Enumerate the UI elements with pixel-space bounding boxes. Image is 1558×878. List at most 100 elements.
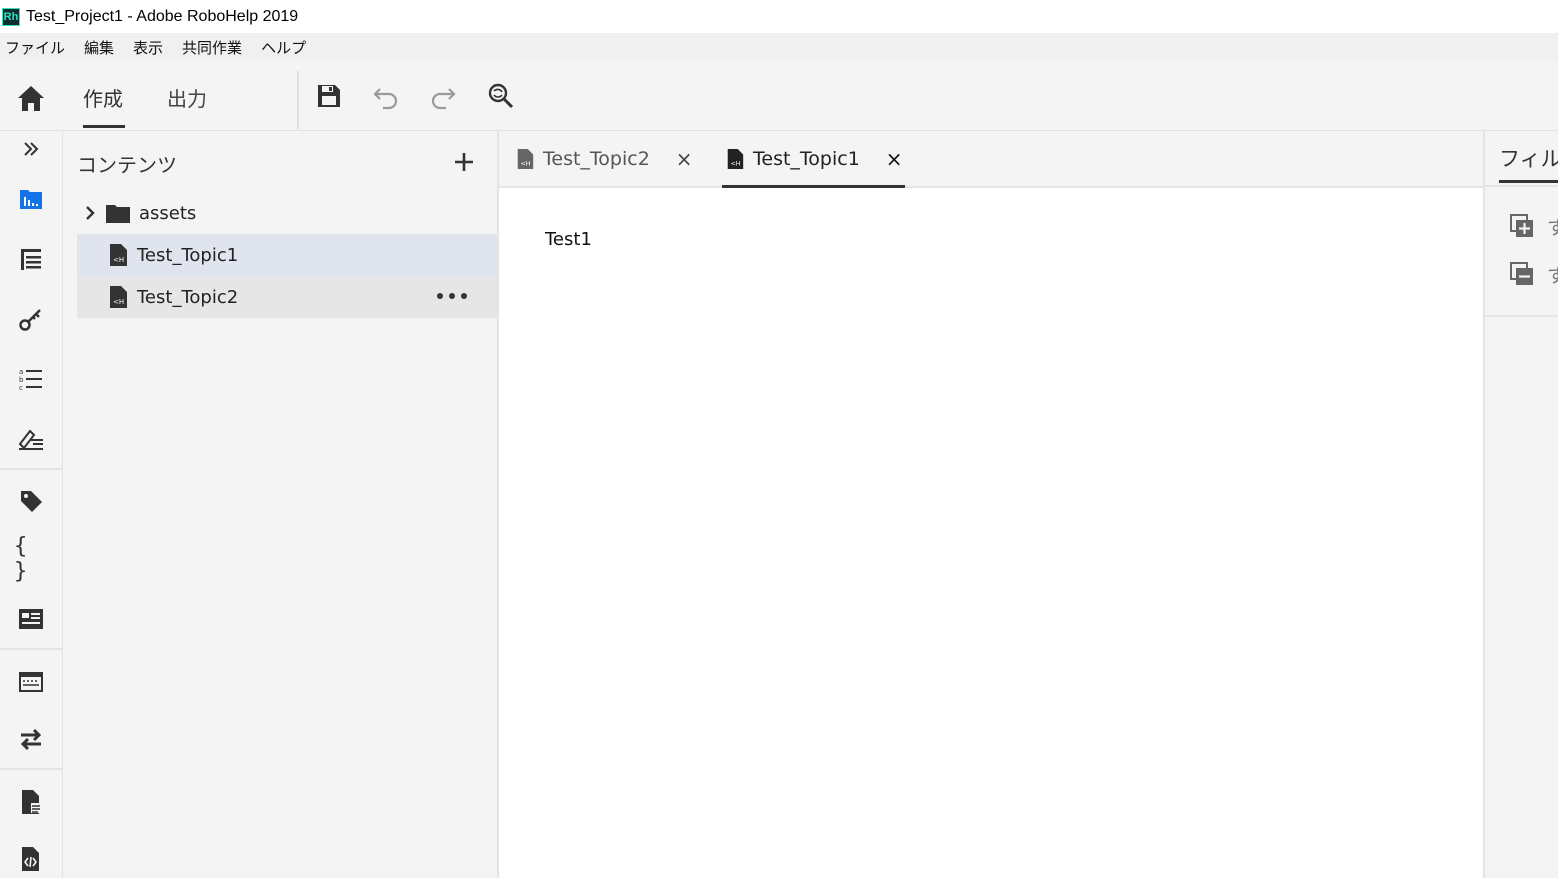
doc-tab-test-topic1[interactable]: <H Test_Topic1 ×	[725, 131, 903, 186]
redirects-panel-button[interactable]	[14, 724, 48, 754]
robohelp-app-icon: Rh	[2, 7, 20, 26]
undo-button[interactable]	[371, 81, 401, 111]
collapse-all-label: す	[1547, 261, 1558, 288]
title-bar: Rh Test_Project1 - Adobe RoboHelp 2019	[0, 0, 1558, 33]
rail-divider	[0, 468, 62, 470]
close-icon[interactable]: ×	[886, 147, 903, 171]
menu-file[interactable]: ファイル	[5, 37, 65, 58]
doc-tab-label: Test_Topic2	[543, 147, 650, 170]
index-panel-button[interactable]	[14, 304, 48, 334]
browse-sequence-panel-button[interactable]	[14, 667, 48, 697]
folder-icon	[106, 205, 130, 223]
list-icon: a b c	[19, 368, 42, 392]
topic-file-icon: <H	[110, 244, 127, 266]
redo-icon	[431, 88, 456, 110]
add-content-button[interactable]	[451, 149, 477, 175]
rail-divider	[0, 648, 62, 650]
toc-icon	[21, 249, 41, 270]
svg-text:c: c	[19, 384, 23, 392]
svg-text:<H: <H	[520, 160, 530, 167]
menu-edit[interactable]: 編集	[84, 37, 114, 58]
lists-panel-button[interactable]: a b c	[14, 364, 48, 394]
undo-icon	[373, 88, 398, 110]
find-replace-icon	[488, 83, 514, 109]
tree-item-assets[interactable]: assets	[77, 192, 497, 234]
tab-author[interactable]: 作成	[83, 83, 123, 112]
save-button[interactable]	[314, 81, 344, 111]
document-tab-bar: <H Test_Topic2 × <H Test_Topic1 ×	[499, 131, 1483, 188]
doc-tab-label: Test_Topic1	[753, 147, 860, 170]
topic-file-icon: <H	[517, 148, 534, 169]
tags-panel-button[interactable]	[14, 486, 48, 516]
filter-panel-title: フィルター	[1499, 147, 1558, 171]
main-toolbar: 作成 出力	[0, 61, 1558, 131]
filter-panel: フィルター す す	[1483, 131, 1558, 878]
panel-divider	[1485, 315, 1558, 317]
editor-paragraph[interactable]: Test1	[545, 229, 592, 250]
svg-text:b: b	[19, 376, 24, 384]
reports-icon	[22, 790, 41, 814]
tree-item-label: Test_Topic1	[137, 244, 239, 266]
expand-panels-button[interactable]	[14, 134, 48, 164]
tree-item-label: Test_Topic2	[137, 286, 239, 308]
svg-text:a: a	[19, 368, 23, 376]
expand-all-button[interactable]: す	[1509, 212, 1558, 240]
topic-editor[interactable]: Test1	[499, 188, 1483, 878]
collapse-all-button[interactable]: す	[1509, 260, 1558, 288]
variables-icon: { }	[14, 534, 28, 584]
find-replace-button[interactable]	[485, 81, 515, 111]
plus-icon	[455, 153, 473, 171]
rail-divider	[0, 768, 62, 770]
topic-file-icon: <H	[727, 148, 744, 169]
close-icon[interactable]: ×	[676, 147, 693, 171]
panel-divider	[1485, 185, 1558, 187]
contents-icon	[20, 190, 42, 209]
dot	[449, 293, 455, 299]
double-chevron-right-icon	[24, 142, 39, 156]
tab-output[interactable]: 出力	[167, 83, 207, 112]
more-options-button[interactable]	[437, 286, 467, 306]
window-title: Test_Project1 - Adobe RoboHelp 2019	[26, 7, 299, 25]
tree-item-test-topic2[interactable]: <H Test_Topic2	[77, 276, 497, 318]
menu-view[interactable]: 表示	[133, 37, 163, 58]
home-button[interactable]	[14, 81, 48, 115]
save-icon	[318, 85, 340, 107]
key-icon	[19, 309, 41, 331]
menu-collaborate[interactable]: 共同作業	[182, 37, 242, 58]
toc-panel-button[interactable]	[14, 244, 48, 274]
snippets-panel-button[interactable]	[14, 604, 48, 634]
panel-icon-rail: a b c { }	[0, 131, 63, 878]
menu-bar: ファイル 編集 表示 共同作業 ヘルプ	[0, 33, 1558, 61]
collapse-all-icon	[1510, 262, 1533, 285]
toolbar-divider	[297, 71, 299, 129]
chevron-right-icon[interactable]	[81, 204, 99, 222]
dot	[437, 293, 443, 299]
browse-sequence-icon	[19, 672, 43, 692]
contents-panel: コンテンツ assets <H Test_Topic1 <H Test_Topi…	[63, 131, 499, 878]
redirects-icon	[20, 728, 42, 751]
topic-file-icon: <H	[110, 286, 127, 308]
contents-panel-button[interactable]	[14, 184, 48, 214]
menu-help[interactable]: ヘルプ	[261, 37, 306, 58]
redo-button[interactable]	[428, 81, 458, 111]
expand-all-label: す	[1547, 213, 1558, 240]
panel-title: コンテンツ	[77, 153, 177, 177]
scripts-panel-button[interactable]	[14, 844, 48, 874]
expand-all-icon	[1510, 214, 1533, 237]
tree-item-test-topic1[interactable]: <H Test_Topic1	[77, 234, 497, 276]
doc-tab-test-topic2[interactable]: <H Test_Topic2 ×	[515, 131, 693, 186]
svg-text:<H: <H	[113, 256, 124, 264]
glossary-panel-button[interactable]	[14, 424, 48, 454]
tag-icon	[21, 491, 42, 512]
dot	[461, 293, 467, 299]
snippets-icon	[19, 609, 43, 629]
reports-panel-button[interactable]	[14, 787, 48, 817]
scripts-icon	[22, 847, 39, 871]
active-tab-indicator	[83, 125, 125, 128]
tree-item-label: assets	[139, 202, 197, 224]
filter-tab-indicator	[1499, 180, 1558, 183]
home-icon	[18, 86, 44, 111]
variables-panel-button[interactable]: { }	[14, 534, 48, 584]
svg-text:<H: <H	[113, 298, 124, 306]
svg-text:<H: <H	[730, 160, 740, 167]
